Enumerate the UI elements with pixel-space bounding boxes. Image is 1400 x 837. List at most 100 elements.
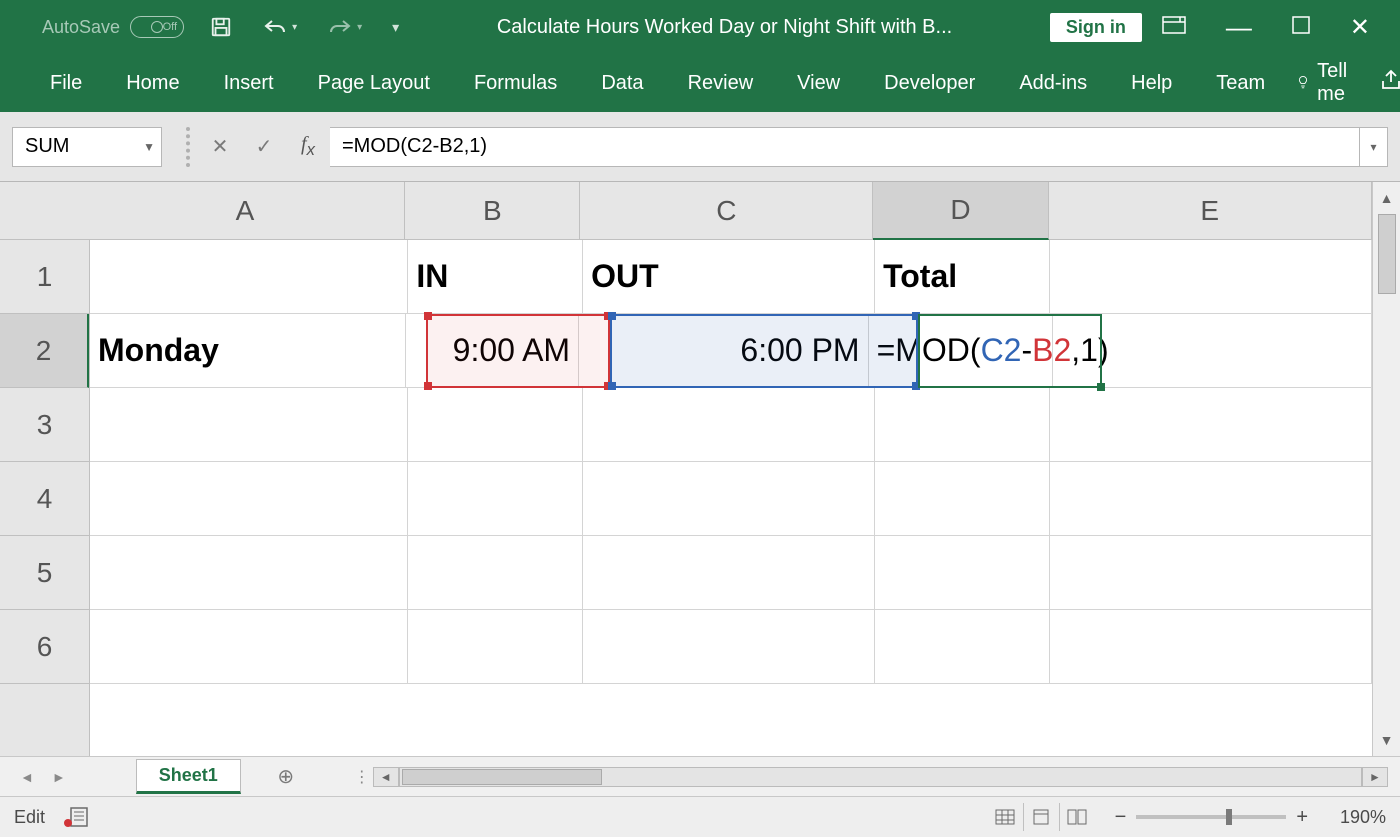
cell-a3[interactable] (90, 388, 408, 461)
hscroll-split-icon[interactable]: ⋮ (351, 767, 373, 787)
tab-review[interactable]: Review (676, 66, 766, 101)
cell-d4[interactable] (875, 462, 1050, 535)
scroll-down-icon[interactable]: ▼ (1373, 728, 1400, 752)
cell-d3[interactable] (875, 388, 1050, 461)
autosave-label: AutoSave (42, 17, 120, 38)
autosave-toggle[interactable]: Off (130, 16, 184, 38)
autosave-control[interactable]: AutoSave Off (42, 16, 184, 38)
normal-view-icon[interactable] (987, 803, 1023, 831)
tab-addins[interactable]: Add-ins (1007, 66, 1099, 101)
cell-b6[interactable] (408, 610, 583, 683)
cell-e5[interactable] (1050, 536, 1372, 609)
scroll-left-icon[interactable]: ◄ (373, 767, 399, 787)
sign-in-button[interactable]: Sign in (1050, 13, 1142, 42)
tab-page-layout[interactable]: Page Layout (306, 66, 442, 101)
name-box[interactable]: SUM ▼ (12, 127, 162, 167)
cell-c4[interactable] (583, 462, 875, 535)
col-header-d[interactable]: D (873, 182, 1048, 240)
minimize-icon[interactable]: — (1226, 12, 1252, 43)
cell-b2[interactable]: 9:00 AM (406, 314, 579, 387)
tab-view[interactable]: View (785, 66, 852, 101)
close-icon[interactable]: ✕ (1350, 13, 1370, 42)
tab-home[interactable]: Home (114, 66, 191, 101)
tab-insert[interactable]: Insert (212, 66, 286, 101)
formula-bar-expand-icon[interactable]: ▾ (1360, 127, 1388, 167)
cell-a2[interactable]: Monday (90, 314, 406, 387)
grid[interactable]: A B C D E 1 2 3 4 5 6 IN OUT Total Monda… (0, 182, 1372, 756)
cell-c6[interactable] (583, 610, 875, 683)
zoom-slider-thumb[interactable] (1226, 809, 1232, 825)
col-header-e[interactable]: E (1049, 182, 1372, 240)
horizontal-scrollbar[interactable]: ⋮ ◄ ► (351, 767, 1388, 787)
new-sheet-button[interactable]: ⊕ (271, 762, 301, 792)
row-header-5[interactable]: 5 (0, 536, 89, 610)
name-box-dropdown-icon[interactable]: ▼ (143, 140, 155, 154)
sheet-next-icon[interactable]: ► (52, 769, 66, 785)
undo-button[interactable]: ▾ (262, 18, 297, 36)
zoom-percentage[interactable]: 190% (1332, 807, 1386, 828)
zoom-out-button[interactable]: − (1115, 806, 1127, 829)
maximize-icon[interactable] (1292, 16, 1310, 39)
row-header-1[interactable]: 1 (0, 240, 89, 314)
cell-c3[interactable] (583, 388, 875, 461)
cell-d1[interactable]: Total (875, 240, 1050, 313)
page-layout-view-icon[interactable] (1023, 803, 1059, 831)
redo-button[interactable]: ▾ (327, 18, 362, 36)
col-header-c[interactable]: C (580, 182, 873, 240)
cell-d6[interactable] (875, 610, 1050, 683)
cell-e4[interactable] (1050, 462, 1372, 535)
row-header-2[interactable]: 2 (0, 314, 89, 388)
cell-e6[interactable] (1050, 610, 1372, 683)
zoom-control: − + 190% (1115, 806, 1386, 829)
cell-d5[interactable] (875, 536, 1050, 609)
cell-b3[interactable] (408, 388, 583, 461)
cell-a5[interactable] (90, 536, 408, 609)
cell-b1[interactable]: IN (408, 240, 583, 313)
cell-e1[interactable] (1050, 240, 1372, 313)
cell-a1[interactable] (90, 240, 408, 313)
tab-help[interactable]: Help (1119, 66, 1184, 101)
ribbon-options-icon[interactable] (1162, 16, 1186, 39)
cell-d2[interactable]: =MOD(C2-B2,1) (869, 314, 1053, 387)
vscroll-thumb[interactable] (1378, 214, 1396, 294)
cancel-formula-button[interactable]: ✕ (198, 127, 242, 167)
tab-developer[interactable]: Developer (872, 66, 987, 101)
name-box-value: SUM (25, 135, 69, 158)
insert-function-button[interactable]: fx (286, 127, 330, 167)
col-header-a[interactable]: A (86, 182, 406, 240)
cell-b5[interactable] (408, 536, 583, 609)
page-break-view-icon[interactable] (1059, 803, 1095, 831)
tell-me-button[interactable]: Tell me (1297, 60, 1355, 106)
hscroll-track[interactable] (399, 767, 1362, 787)
enter-formula-button[interactable]: ✓ (242, 127, 286, 167)
customize-qat-button[interactable]: ▾ (392, 19, 399, 36)
scroll-right-icon[interactable]: ► (1362, 767, 1388, 787)
scroll-up-icon[interactable]: ▲ (1373, 186, 1400, 210)
col-header-b[interactable]: B (405, 182, 580, 240)
sheet-tab-sheet1[interactable]: Sheet1 (136, 759, 241, 794)
share-button[interactable] (1379, 69, 1400, 97)
tab-data[interactable]: Data (589, 66, 655, 101)
cell-a4[interactable] (90, 462, 408, 535)
cell-e2[interactable] (1053, 314, 1372, 387)
cell-c1[interactable]: OUT (583, 240, 875, 313)
cell-a6[interactable] (90, 610, 408, 683)
macro-record-icon[interactable] (63, 806, 89, 828)
tab-formulas[interactable]: Formulas (462, 66, 569, 101)
tab-team[interactable]: Team (1204, 66, 1277, 101)
hscroll-thumb[interactable] (402, 769, 602, 785)
tab-file[interactable]: File (38, 66, 94, 101)
zoom-slider[interactable] (1136, 815, 1286, 819)
cell-c2[interactable]: 6:00 PM (579, 314, 868, 387)
zoom-in-button[interactable]: + (1296, 806, 1308, 829)
row-header-4[interactable]: 4 (0, 462, 89, 536)
row-header-6[interactable]: 6 (0, 610, 89, 684)
formula-input[interactable]: =MOD(C2-B2,1) (330, 127, 1360, 167)
row-header-3[interactable]: 3 (0, 388, 89, 462)
cell-b4[interactable] (408, 462, 583, 535)
save-icon[interactable] (210, 16, 232, 38)
cell-e3[interactable] (1050, 388, 1372, 461)
sheet-prev-icon[interactable]: ◄ (20, 769, 34, 785)
vertical-scrollbar[interactable]: ▲ ▼ (1372, 182, 1400, 756)
cell-c5[interactable] (583, 536, 875, 609)
